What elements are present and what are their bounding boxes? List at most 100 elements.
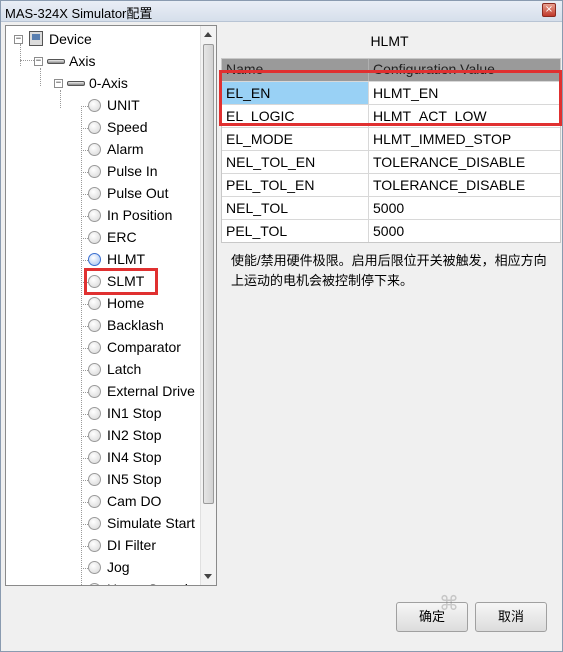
property-name-cell[interactable]: PEL_TOL xyxy=(222,220,369,242)
title-bar[interactable]: MAS-324X Simulator配置 × xyxy=(1,1,562,22)
tree-item-label: UNIT xyxy=(107,97,140,113)
tree-item-label: Simulate Start xyxy=(107,515,195,531)
tree-node-device[interactable]: − Device xyxy=(12,29,162,49)
property-value-cell[interactable]: TOLERANCE_DISABLE xyxy=(369,174,560,196)
property-value-cell[interactable]: 5000 xyxy=(369,220,560,242)
tree-item-erc[interactable]: ERC xyxy=(74,227,204,247)
property-name-cell[interactable]: NEL_TOL xyxy=(222,197,369,219)
tree-label-0-axis: 0-Axis xyxy=(89,75,128,91)
grid-row[interactable]: EL_MODE HLMT_IMMED_STOP xyxy=(222,127,560,150)
leaf-node-icon xyxy=(88,385,101,398)
leaf-node-icon xyxy=(88,121,101,134)
axis-icon xyxy=(67,81,85,86)
tree-item-alarm[interactable]: Alarm xyxy=(74,139,204,159)
tree-item-label: Pulse In xyxy=(107,163,158,179)
property-name-cell[interactable]: NEL_TOL_EN xyxy=(222,151,369,173)
property-name-cell[interactable]: EL_MODE xyxy=(222,128,369,150)
device-icon xyxy=(29,31,43,46)
tree-item-di-filter[interactable]: DI Filter xyxy=(74,535,204,555)
tree-item-label: Backlash xyxy=(107,317,164,333)
close-button[interactable]: × xyxy=(542,3,556,17)
tree-item-label: HLMT xyxy=(107,251,146,267)
tree-item-backlash[interactable]: Backlash xyxy=(74,315,204,335)
leaf-node-icon xyxy=(88,473,101,486)
tree-item-hlmt[interactable]: HLMT xyxy=(74,249,204,269)
leaf-node-icon xyxy=(88,165,101,178)
tree-item-home-search[interactable]: Home Search xyxy=(74,579,204,585)
property-value-cell[interactable]: HLMT_IMMED_STOP xyxy=(369,128,560,150)
leaf-node-icon xyxy=(88,187,101,200)
tree-item-home[interactable]: Home xyxy=(74,293,204,313)
config-tree[interactable]: − Device − Axis − 0-Axis UNIT Speed Alarm P… xyxy=(5,25,217,586)
leaf-node-icon xyxy=(88,495,101,508)
leaf-node-icon xyxy=(88,539,101,552)
tree-item-label: IN5 Stop xyxy=(107,471,162,487)
tree-item-in5-stop[interactable]: IN5 Stop xyxy=(74,469,204,489)
tree-item-external-drive[interactable]: External Drive xyxy=(74,381,204,401)
tree-item-in1-stop[interactable]: IN1 Stop xyxy=(74,403,204,423)
leaf-node-icon xyxy=(88,363,101,376)
grid-highlight-box xyxy=(219,70,562,126)
tree-item-speed[interactable]: Speed xyxy=(74,117,204,137)
leaf-node-icon xyxy=(88,143,101,156)
tree-item-in2-stop[interactable]: IN2 Stop xyxy=(74,425,204,445)
tree-item-label: Alarm xyxy=(107,141,144,157)
tree-scrollbar[interactable] xyxy=(200,26,216,585)
leaf-node-icon xyxy=(88,209,101,222)
leaf-node-icon xyxy=(88,253,101,266)
grid-row[interactable]: PEL_TOL 5000 xyxy=(222,219,560,242)
tree-item-label: External Drive xyxy=(107,383,195,399)
leaf-node-icon xyxy=(88,231,101,244)
grid-row[interactable]: NEL_TOL 5000 xyxy=(222,196,560,219)
grid-row[interactable]: NEL_TOL_EN TOLERANCE_DISABLE xyxy=(222,150,560,173)
tree-item-unit[interactable]: UNIT xyxy=(74,95,204,115)
window-title: MAS-324X Simulator配置 xyxy=(5,6,153,21)
tree-item-comparator[interactable]: Comparator xyxy=(74,337,204,357)
leaf-node-icon xyxy=(88,319,101,332)
tree-item-label: IN4 Stop xyxy=(107,449,162,465)
tree-item-label: Home Search xyxy=(107,581,193,585)
scroll-down-icon[interactable] xyxy=(204,574,212,579)
tree-item-label: Latch xyxy=(107,361,142,377)
collapse-icon[interactable]: − xyxy=(34,57,43,66)
tree-item-in-position[interactable]: In Position xyxy=(74,205,204,225)
leaf-node-icon xyxy=(88,429,101,442)
description-text: 使能/禁用硬件极限。启用后限位开关被触发，相应方向上运动的电机会被控制停下来。 xyxy=(231,253,547,288)
tree-item-pulse-in[interactable]: Pulse In xyxy=(74,161,204,181)
cancel-button[interactable]: 取消 xyxy=(475,602,547,632)
tree-item-simulate-start[interactable]: Simulate Start xyxy=(74,513,204,533)
tree-item-label: Cam DO xyxy=(107,493,162,509)
property-value-cell[interactable]: TOLERANCE_DISABLE xyxy=(369,151,560,173)
tree-item-label: Pulse Out xyxy=(107,185,169,201)
tree-item-label: In Position xyxy=(107,207,173,223)
leaf-node-icon xyxy=(88,561,101,574)
leaf-node-icon xyxy=(88,341,101,354)
leaf-node-icon xyxy=(88,297,101,310)
property-value-cell[interactable]: 5000 xyxy=(369,197,560,219)
collapse-icon[interactable]: − xyxy=(54,79,63,88)
scroll-thumb[interactable] xyxy=(203,44,214,504)
leaf-node-icon xyxy=(88,517,101,530)
tree-item-latch[interactable]: Latch xyxy=(74,359,204,379)
tree-item-label: Comparator xyxy=(107,339,181,355)
tree-label-device: Device xyxy=(49,31,92,47)
tree-item-pulse-out[interactable]: Pulse Out xyxy=(74,183,204,203)
hlmt-highlight-box xyxy=(84,268,158,295)
scroll-up-icon[interactable] xyxy=(204,32,212,37)
tree-item-cam-do[interactable]: Cam DO xyxy=(74,491,204,511)
tree-item-label: IN1 Stop xyxy=(107,405,162,421)
collapse-icon[interactable]: − xyxy=(14,35,23,44)
property-panel: HLMT Name Configuration Value EL_EN HLMT_… xyxy=(219,25,562,586)
tree-item-jog[interactable]: Jog xyxy=(74,557,204,577)
tree-item-label: Speed xyxy=(107,119,148,135)
tree-item-in4-stop[interactable]: IN4 Stop xyxy=(74,447,204,467)
leaf-node-icon xyxy=(88,407,101,420)
panel-title: HLMT xyxy=(370,33,409,49)
tree-item-label: Home xyxy=(107,295,145,311)
watermark: ⌘ xyxy=(439,591,459,615)
property-name-cell[interactable]: PEL_TOL_EN xyxy=(222,174,369,196)
tree-label-axis: Axis xyxy=(69,53,96,69)
tree-node-axis[interactable]: − Axis xyxy=(32,51,182,71)
tree-node-0-axis[interactable]: − 0-Axis xyxy=(52,73,202,93)
grid-row[interactable]: PEL_TOL_EN TOLERANCE_DISABLE xyxy=(222,173,560,196)
